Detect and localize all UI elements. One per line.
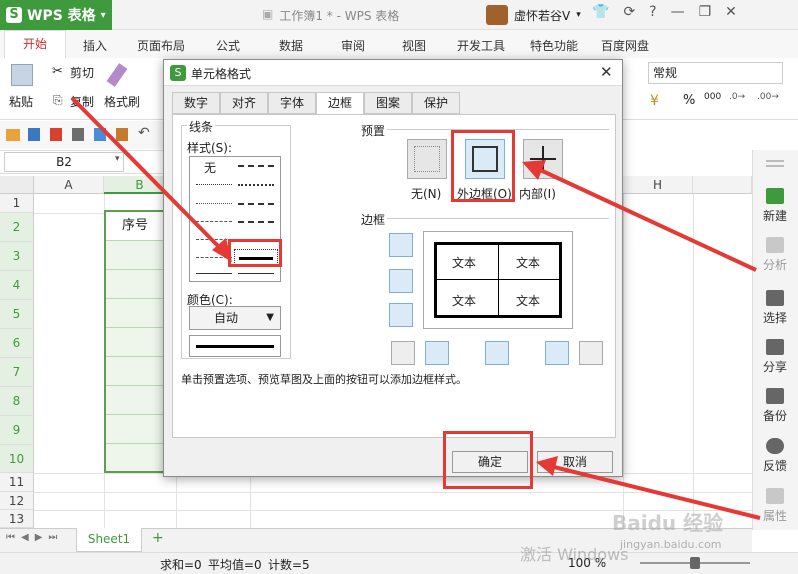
arrow-head: [536, 456, 558, 476]
arrow-to-preset: [535, 166, 757, 272]
arrow-to-line-style: [70, 96, 224, 252]
arrow-to-ok: [549, 464, 761, 520]
annotation-arrows: [70, 96, 761, 520]
